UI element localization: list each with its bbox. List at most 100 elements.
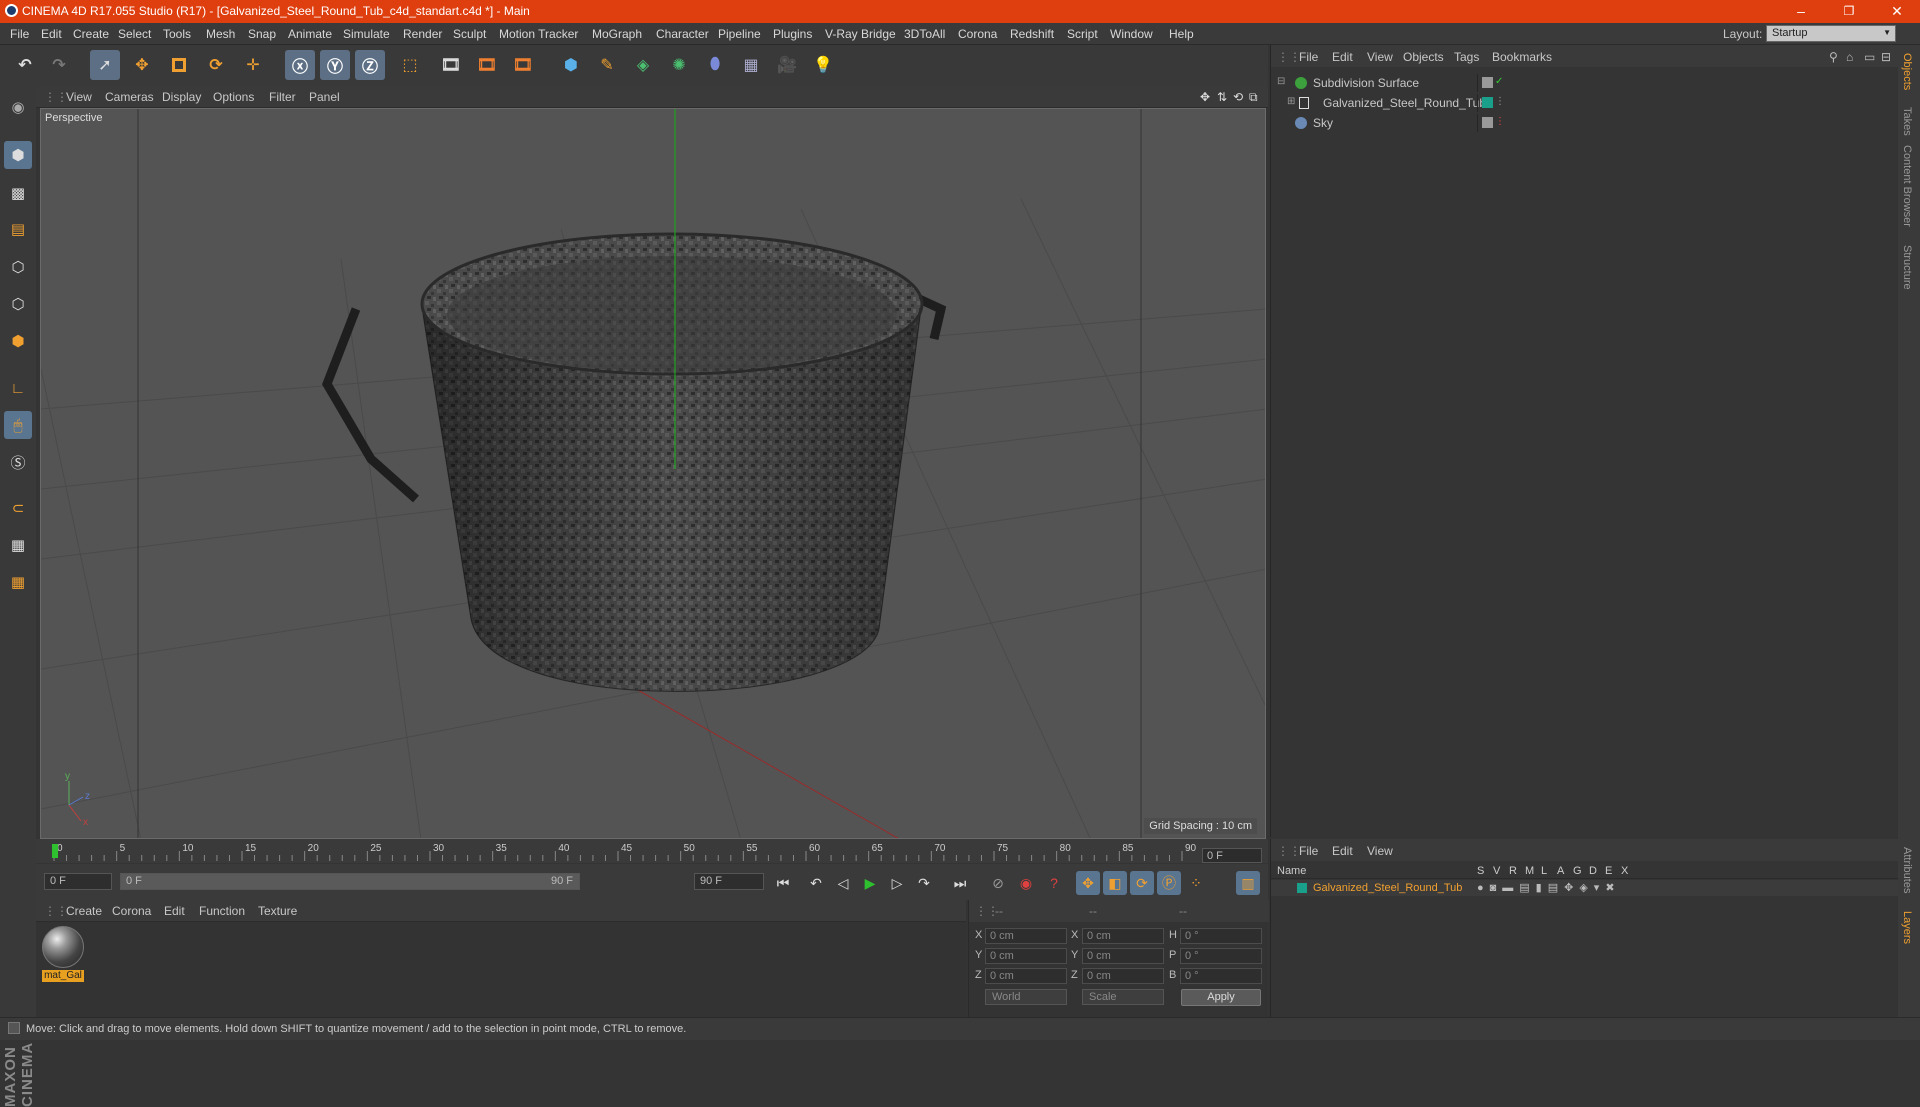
menu-mesh[interactable]: Mesh <box>206 27 235 41</box>
scale-tool-icon[interactable] <box>164 50 194 80</box>
material-menu-create[interactable]: Create <box>66 904 102 918</box>
perspective-viewport[interactable]: y x z Perspective Grid Spacing : 10 cm <box>40 108 1266 839</box>
camera-icon[interactable]: 🎥 <box>772 50 802 80</box>
visibility-dots-icon[interactable]: ⋮ <box>1495 117 1506 128</box>
layer-color-tag-icon[interactable] <box>1482 97 1493 108</box>
key-pla-icon[interactable]: ⁘ <box>1184 871 1208 895</box>
menu-mograph[interactable]: MoGraph <box>592 27 642 41</box>
menu-help[interactable]: Help <box>1169 27 1194 41</box>
light-icon[interactable]: 💡 <box>808 50 838 80</box>
viewport-maximize-icon[interactable]: ⧉ <box>1249 90 1258 105</box>
play-icon[interactable]: ▶ <box>858 871 882 895</box>
viewport-move-icon[interactable]: ✥ <box>1200 90 1210 104</box>
x-axis-lock-icon[interactable]: ⓧ <box>285 50 315 80</box>
menu-pipeline[interactable]: Pipeline <box>718 27 761 41</box>
close-button[interactable]: ✕ <box>1874 0 1920 23</box>
workplane-mode-icon[interactable]: ▤ <box>4 215 32 243</box>
menu-simulate[interactable]: Simulate <box>343 27 390 41</box>
y-axis-lock-icon[interactable]: Ⓨ <box>320 50 350 80</box>
material-menu-texture[interactable]: Texture <box>258 904 297 918</box>
size-y-field[interactable]: 0 cm <box>1082 948 1164 964</box>
keyframe-icon[interactable]: ⊘ <box>986 871 1010 895</box>
menu-edit[interactable]: Edit <box>41 27 62 41</box>
render-view-icon[interactable]: 🎞 <box>436 50 466 80</box>
visibility-dots-icon[interactable]: ⋮ <box>1495 97 1506 108</box>
tab-structure[interactable]: Structure <box>1901 245 1913 290</box>
viewport-menu-filter[interactable]: Filter <box>269 90 296 104</box>
coord-scale-dropdown[interactable]: Scale <box>1082 989 1164 1005</box>
layer-color-swatch[interactable] <box>1297 883 1307 893</box>
goto-end-icon[interactable]: ⏭ <box>948 871 972 895</box>
key-rotation-icon[interactable]: ⟳ <box>1130 871 1154 895</box>
viewport-menu-cameras[interactable]: Cameras <box>105 90 154 104</box>
pen-spline-icon[interactable]: ✎ <box>592 50 622 80</box>
current-frame-field[interactable]: 0 F <box>1202 848 1262 863</box>
autokey-icon[interactable]: ? <box>1042 871 1066 895</box>
range-slider[interactable]: 0 F 90 F <box>120 873 580 890</box>
tab-attributes[interactable]: Attributes <box>1901 847 1913 893</box>
expand-toggle-icon[interactable]: ⊞ <box>1287 96 1295 107</box>
subdivision-surface-icon[interactable]: ◈ <box>628 50 658 80</box>
menu-sculpt[interactable]: Sculpt <box>453 27 486 41</box>
size-x-field[interactable]: 0 cm <box>1082 928 1164 944</box>
enabled-check-icon[interactable]: ✓ <box>1495 77 1506 88</box>
end-frame-field[interactable]: 90 F <box>694 873 764 890</box>
object-menu-tags[interactable]: Tags <box>1454 50 1479 64</box>
rot-h-field[interactable]: 0 ° <box>1180 928 1262 944</box>
model-mode-icon[interactable]: ⬢ <box>4 141 32 169</box>
render-settings-icon[interactable]: 🎞 <box>508 50 538 80</box>
key-position-icon[interactable]: ✥ <box>1076 871 1100 895</box>
cube-primitive-icon[interactable]: ⬢ <box>556 50 586 80</box>
texture-mode-icon[interactable]: ▩ <box>4 179 32 207</box>
pos-y-field[interactable]: 0 cm <box>985 948 1067 964</box>
object-menu-file[interactable]: File <box>1299 50 1318 64</box>
menu-3dtoall[interactable]: 3DToAll <box>904 27 945 41</box>
viewport-rotate-icon[interactable]: ⟲ <box>1233 90 1243 104</box>
tub-model[interactable] <box>322 232 947 692</box>
collapse-toggle-icon[interactable]: ⊟ <box>1277 76 1285 87</box>
tab-takes[interactable]: Takes <box>1901 107 1913 136</box>
timeline-ruler[interactable]: 0 5 10 15 20 25 30 35 40 45 50 55 60 65 70 75 80 85 90 0 F <box>36 839 1268 863</box>
viewport-zoom-icon[interactable]: ⇅ <box>1217 90 1227 104</box>
object-menu-edit[interactable]: Edit <box>1332 50 1353 64</box>
prev-key-icon[interactable]: ↶ <box>804 871 828 895</box>
viewport-menu-display[interactable]: Display <box>162 90 201 104</box>
next-frame-icon[interactable]: ▷ <box>885 871 909 895</box>
coordinate-system-icon[interactable]: ⬚ <box>395 50 425 80</box>
material-name[interactable]: mat_Gal <box>42 970 84 982</box>
layer-menu-view[interactable]: View <box>1367 844 1393 858</box>
menu-script[interactable]: Script <box>1067 27 1098 41</box>
minimize-button[interactable]: – <box>1778 0 1824 23</box>
polygons-mode-icon[interactable]: ⬢ <box>4 327 32 355</box>
prev-frame-icon[interactable]: ◁ <box>831 871 855 895</box>
solo-mode-icon[interactable]: Ⓢ <box>4 448 32 476</box>
rot-p-field[interactable]: 0 ° <box>1180 948 1262 964</box>
rot-b-field[interactable]: 0 ° <box>1180 968 1262 984</box>
menu-window[interactable]: Window <box>1110 27 1153 41</box>
object-row-subdivision-surface[interactable]: ⊟ Subdivision Surface ✓ <box>1275 74 1895 92</box>
object-panel-toggle-icon[interactable]: ⊟ <box>1881 50 1891 64</box>
key-parameter-icon[interactable]: Ⓟ <box>1157 871 1181 895</box>
undo-icon[interactable]: ↶ <box>10 50 40 80</box>
make-editable-icon[interactable]: ◉ <box>4 93 32 121</box>
menu-animate[interactable]: Animate <box>288 27 332 41</box>
layer-row[interactable]: Galvanized_Steel_Round_Tub ●◙▬▤▮▤✥◈▾✖ <box>1271 880 1899 896</box>
timeline-editor-icon[interactable]: ▥ <box>1236 871 1260 895</box>
rotate-tool-icon[interactable]: ⟳ <box>201 50 231 80</box>
layer-tag-icon[interactable] <box>1482 77 1493 88</box>
menu-plugins[interactable]: Plugins <box>773 27 812 41</box>
menu-corona[interactable]: Corona <box>958 27 997 41</box>
object-collapse-icon[interactable]: ▭ <box>1864 50 1875 64</box>
goto-start-icon[interactable]: ⏮ <box>771 871 795 895</box>
playhead[interactable] <box>52 844 58 858</box>
start-frame-field[interactable]: 0 F <box>44 873 112 890</box>
object-row-sky[interactable]: Sky ⋮ <box>1275 114 1895 132</box>
grid-snap-icon[interactable]: ▦ <box>4 568 32 596</box>
object-menu-view[interactable]: View <box>1367 50 1393 64</box>
menu-motion-tracker[interactable]: Motion Tracker <box>499 27 578 41</box>
move-tool-icon[interactable]: ✥ <box>127 50 157 80</box>
object-menu-bookmarks[interactable]: Bookmarks <box>1492 50 1552 64</box>
apply-button[interactable]: Apply <box>1181 989 1261 1006</box>
menu-file[interactable]: File <box>10 27 29 41</box>
menu-render[interactable]: Render <box>403 27 442 41</box>
